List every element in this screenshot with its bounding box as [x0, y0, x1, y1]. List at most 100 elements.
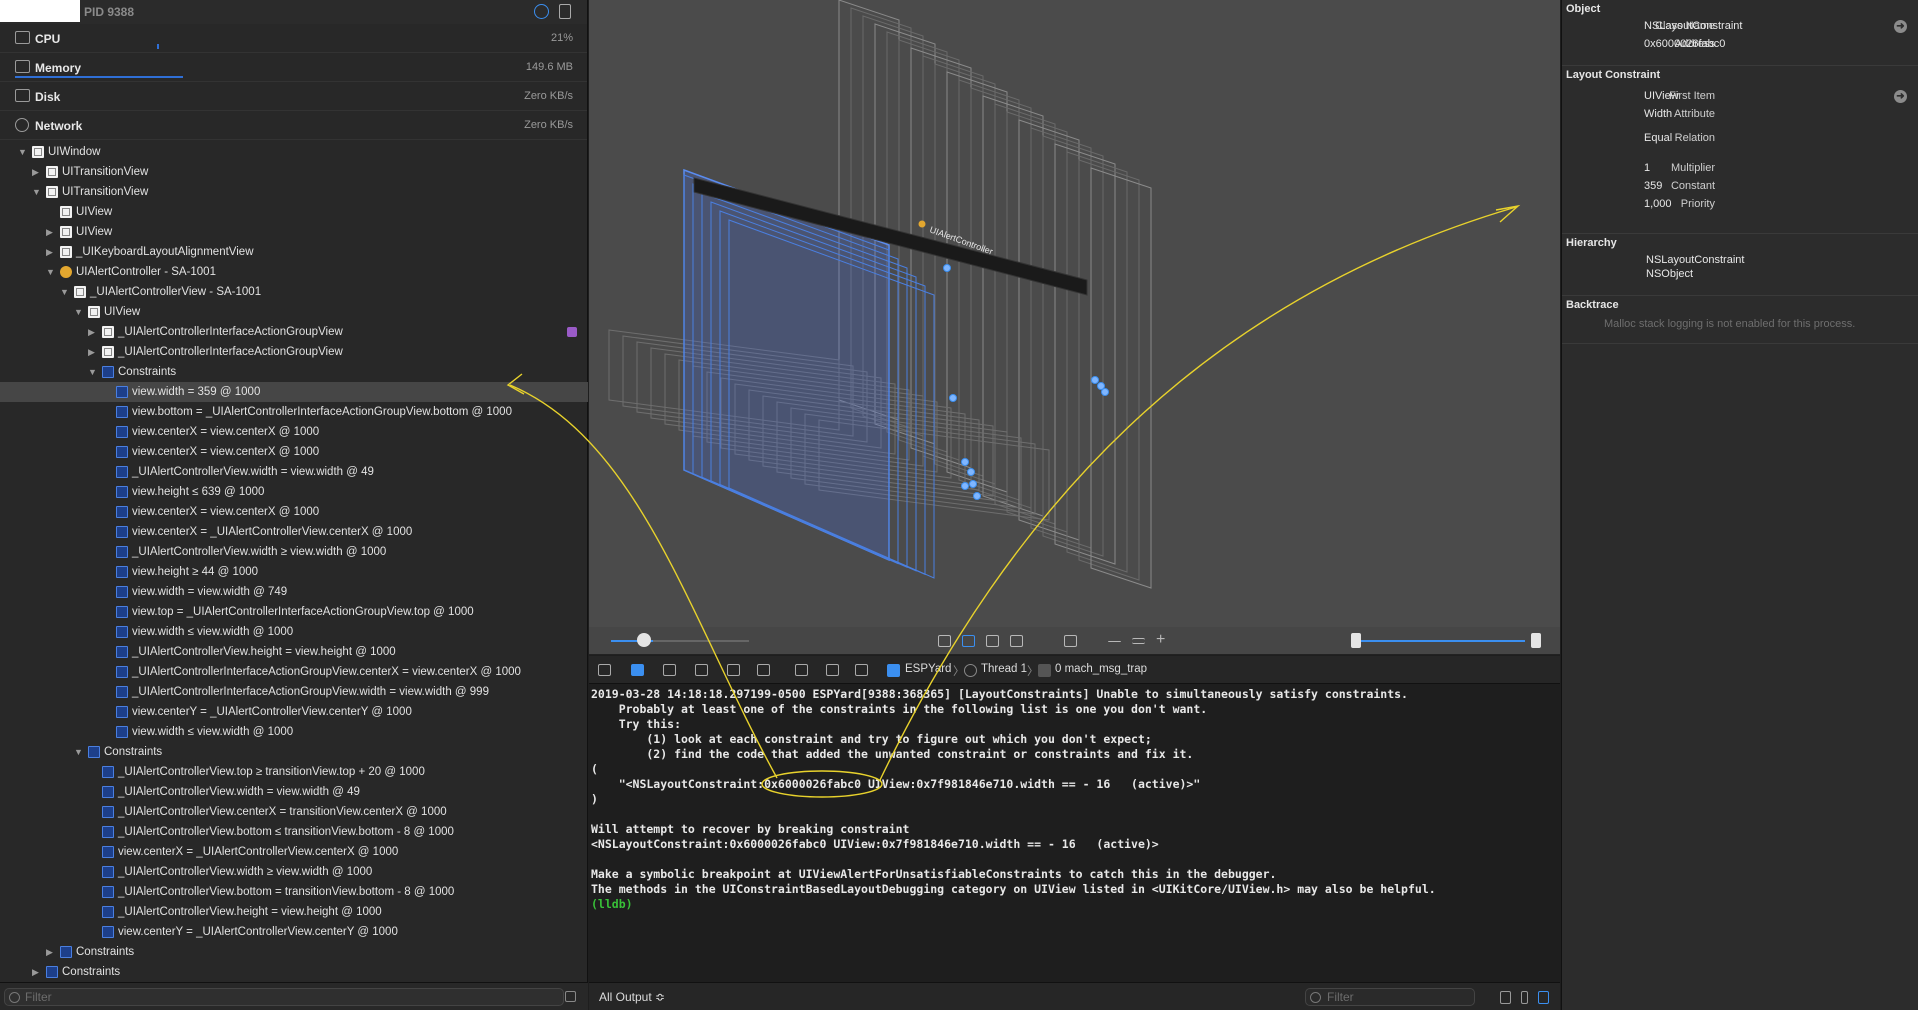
constraint-row[interactable]: view.centerY = _UIAlertControllerView.ce… — [0, 702, 588, 722]
breadcrumb-process[interactable]: ESPYard — [905, 663, 951, 675]
range-slider-max[interactable] — [1531, 633, 1541, 648]
output-selector[interactable]: All Output ≎ — [599, 990, 665, 1004]
lldb-prompt[interactable]: (lldb) — [591, 897, 1560, 912]
constraint-row[interactable]: view.centerX = _UIAlertControllerView.ce… — [0, 842, 588, 862]
spacing-slider-knob[interactable] — [637, 633, 651, 647]
change-canvas-bg-icon[interactable] — [1010, 635, 1023, 647]
constraint-row[interactable]: _UIAlertControllerView.width = view.widt… — [0, 462, 588, 482]
continue-icon[interactable] — [663, 664, 676, 676]
hide-debug-area-icon[interactable] — [598, 664, 611, 676]
tree-row[interactable]: ▶ _UIAlertControllerInterfaceActionGroupV… — [0, 322, 588, 342]
filter-field[interactable] — [4, 988, 564, 1006]
gauge-cpu[interactable]: CPU 21% — [0, 24, 587, 53]
tree-row[interactable]: ▶ Constraints — [0, 942, 588, 962]
clip-content-icon[interactable] — [938, 635, 951, 647]
disclosure-closed-icon[interactable]: ▶ — [46, 222, 53, 242]
constraint-row[interactable]: view.centerX = _UIAlertControllerView.ce… — [0, 522, 588, 542]
navigate-arrow-icon[interactable]: ➜ — [1894, 20, 1907, 33]
gauge-label: CPU — [35, 32, 61, 46]
console-output[interactable]: 2019-03-28 14:18:18.297199-0500 ESPYard[… — [589, 685, 1560, 975]
constraint-row[interactable]: view.width = 359 @ 1000 — [0, 382, 588, 402]
constraint-row[interactable]: _UIAlertControllerInterfaceActionGroupVi… — [0, 682, 588, 702]
view-icon — [60, 226, 72, 238]
disclosure-open-icon[interactable]: ▼ — [60, 282, 69, 302]
constraint-row[interactable]: view.centerX = view.centerX @ 1000 — [0, 422, 588, 442]
zoom-in-icon[interactable]: + — [1156, 631, 1169, 648]
disclosure-open-icon[interactable]: ▼ — [74, 302, 83, 322]
disclosure-closed-icon[interactable]: ▶ — [88, 342, 95, 362]
constraint-row[interactable]: view.width ≤ view.width @ 1000 — [0, 722, 588, 742]
runtime-issue-badge-icon[interactable] — [567, 327, 577, 337]
view-debugger-canvas[interactable]: UIAlertController — [589, 0, 1560, 652]
show-variables-icon[interactable] — [1521, 991, 1528, 1004]
constraint-row[interactable]: _UIAlertControllerView.width = view.widt… — [0, 782, 588, 802]
constraint-row[interactable]: _UIAlertControllerView.top ≥ transitionV… — [0, 762, 588, 782]
show-constraints-icon[interactable] — [962, 635, 975, 647]
constraint-row[interactable]: _UIAlertControllerView.height = view.hei… — [0, 902, 588, 922]
simulate-location-icon[interactable] — [855, 664, 868, 676]
step-over-icon[interactable] — [695, 664, 708, 676]
constraint-row[interactable]: view.centerX = view.centerX @ 1000 — [0, 442, 588, 462]
disclosure-closed-icon[interactable]: ▶ — [46, 942, 53, 962]
step-out-icon[interactable] — [757, 664, 770, 676]
constraint-row[interactable]: _UIAlertControllerView.bottom = transiti… — [0, 882, 588, 902]
range-slider-min[interactable] — [1351, 633, 1361, 648]
constraint-row[interactable]: view.width ≤ view.width @ 1000 — [0, 622, 588, 642]
gauge-memory[interactable]: Memory 149.6 MB — [0, 53, 587, 82]
tree-row[interactable]: ▶ UIView — [0, 222, 588, 242]
constraint-row[interactable]: _UIAlertControllerView.height = view.hei… — [0, 642, 588, 662]
step-into-icon[interactable] — [727, 664, 740, 676]
tree-row[interactable]: ▶ _UIKeyboardLayoutAlignmentView — [0, 242, 588, 262]
disclosure-closed-icon[interactable]: ▶ — [46, 242, 53, 262]
debug-view-hierarchy-icon[interactable] — [795, 664, 808, 676]
tree-row[interactable]: ▶ UITransitionView — [0, 162, 588, 182]
orient-icon[interactable] — [1064, 635, 1077, 647]
gauge-icon[interactable] — [534, 4, 549, 19]
disclosure-open-icon[interactable]: ▼ — [18, 142, 27, 162]
navigate-arrow-icon[interactable]: ➜ — [1894, 90, 1907, 103]
breadcrumb-frame[interactable]: 0 mach_msg_trap — [1055, 663, 1147, 675]
zoom-out-icon[interactable] — [1108, 641, 1121, 643]
tree-row[interactable]: ▼ Constraints — [0, 742, 588, 762]
constraint-row[interactable]: view.width = view.width @ 749 — [0, 582, 588, 602]
filter-options-icon[interactable] — [565, 991, 576, 1002]
tree-row[interactable]: ▼ UIWindow — [0, 142, 588, 162]
constraint-row[interactable]: _UIAlertControllerInterfaceActionGroupVi… — [0, 662, 588, 682]
breadcrumb-thread[interactable]: Thread 1 — [981, 663, 1027, 675]
gauge-network[interactable]: Network Zero KB/s — [0, 111, 587, 140]
tree-row[interactable]: ▶ _UIAlertControllerInterfaceActionGroupV… — [0, 342, 588, 362]
disclosure-closed-icon[interactable]: ▶ — [32, 962, 39, 982]
memory-graph-icon[interactable] — [826, 664, 839, 676]
constraint-row[interactable]: _UIAlertControllerView.width ≥ view.widt… — [0, 862, 588, 882]
disclosure-open-icon[interactable]: ▼ — [32, 182, 41, 202]
trash-icon[interactable] — [1500, 991, 1511, 1004]
disclosure-closed-icon[interactable]: ▶ — [88, 322, 95, 342]
constraint-row[interactable]: view.height ≤ 639 @ 1000 — [0, 482, 588, 502]
disclosure-open-icon[interactable]: ▼ — [88, 362, 97, 382]
breakpoints-toggle-icon[interactable] — [631, 664, 644, 676]
tree-row[interactable]: ▼ Constraints — [0, 362, 588, 382]
tree-row[interactable]: ▼ UITransitionView — [0, 182, 588, 202]
constraint-row[interactable]: view.top = _UIAlertControllerInterfaceAc… — [0, 602, 588, 622]
exploded-view-render[interactable]: UIAlertController — [589, 0, 1560, 630]
tree-row[interactable]: UIView — [0, 202, 588, 222]
zoom-reset-icon[interactable] — [1132, 638, 1145, 644]
disclosure-closed-icon[interactable]: ▶ — [32, 162, 39, 182]
layout-toggle-icon[interactable] — [559, 4, 571, 19]
tree-row[interactable]: ▶ Constraints — [0, 962, 588, 982]
constraint-row[interactable]: view.centerX = view.centerX @ 1000 — [0, 502, 588, 522]
constraint-row[interactable]: _UIAlertControllerView.bottom ≤ transiti… — [0, 822, 588, 842]
tree-row[interactable]: ▼ _UIAlertControllerView - SA-1001 — [0, 282, 588, 302]
constraint-row[interactable]: view.bottom = _UIAlertControllerInterfac… — [0, 402, 588, 422]
constraint-row[interactable]: _UIAlertControllerView.centerX = transit… — [0, 802, 588, 822]
tree-row[interactable]: ▼ UIView — [0, 302, 588, 322]
constraint-row[interactable]: view.height ≥ 44 @ 1000 — [0, 562, 588, 582]
show-console-icon[interactable] — [1538, 991, 1549, 1004]
constraint-row[interactable]: view.centerY = _UIAlertControllerView.ce… — [0, 922, 588, 942]
adjust-view-mode-icon[interactable] — [986, 635, 999, 647]
disclosure-open-icon[interactable]: ▼ — [74, 742, 83, 762]
gauge-disk[interactable]: Disk Zero KB/s — [0, 82, 587, 111]
constraint-row[interactable]: _UIAlertControllerView.width ≥ view.widt… — [0, 542, 588, 562]
tree-row[interactable]: ▼ UIAlertController - SA-1001 — [0, 262, 588, 282]
disclosure-open-icon[interactable]: ▼ — [46, 262, 55, 282]
